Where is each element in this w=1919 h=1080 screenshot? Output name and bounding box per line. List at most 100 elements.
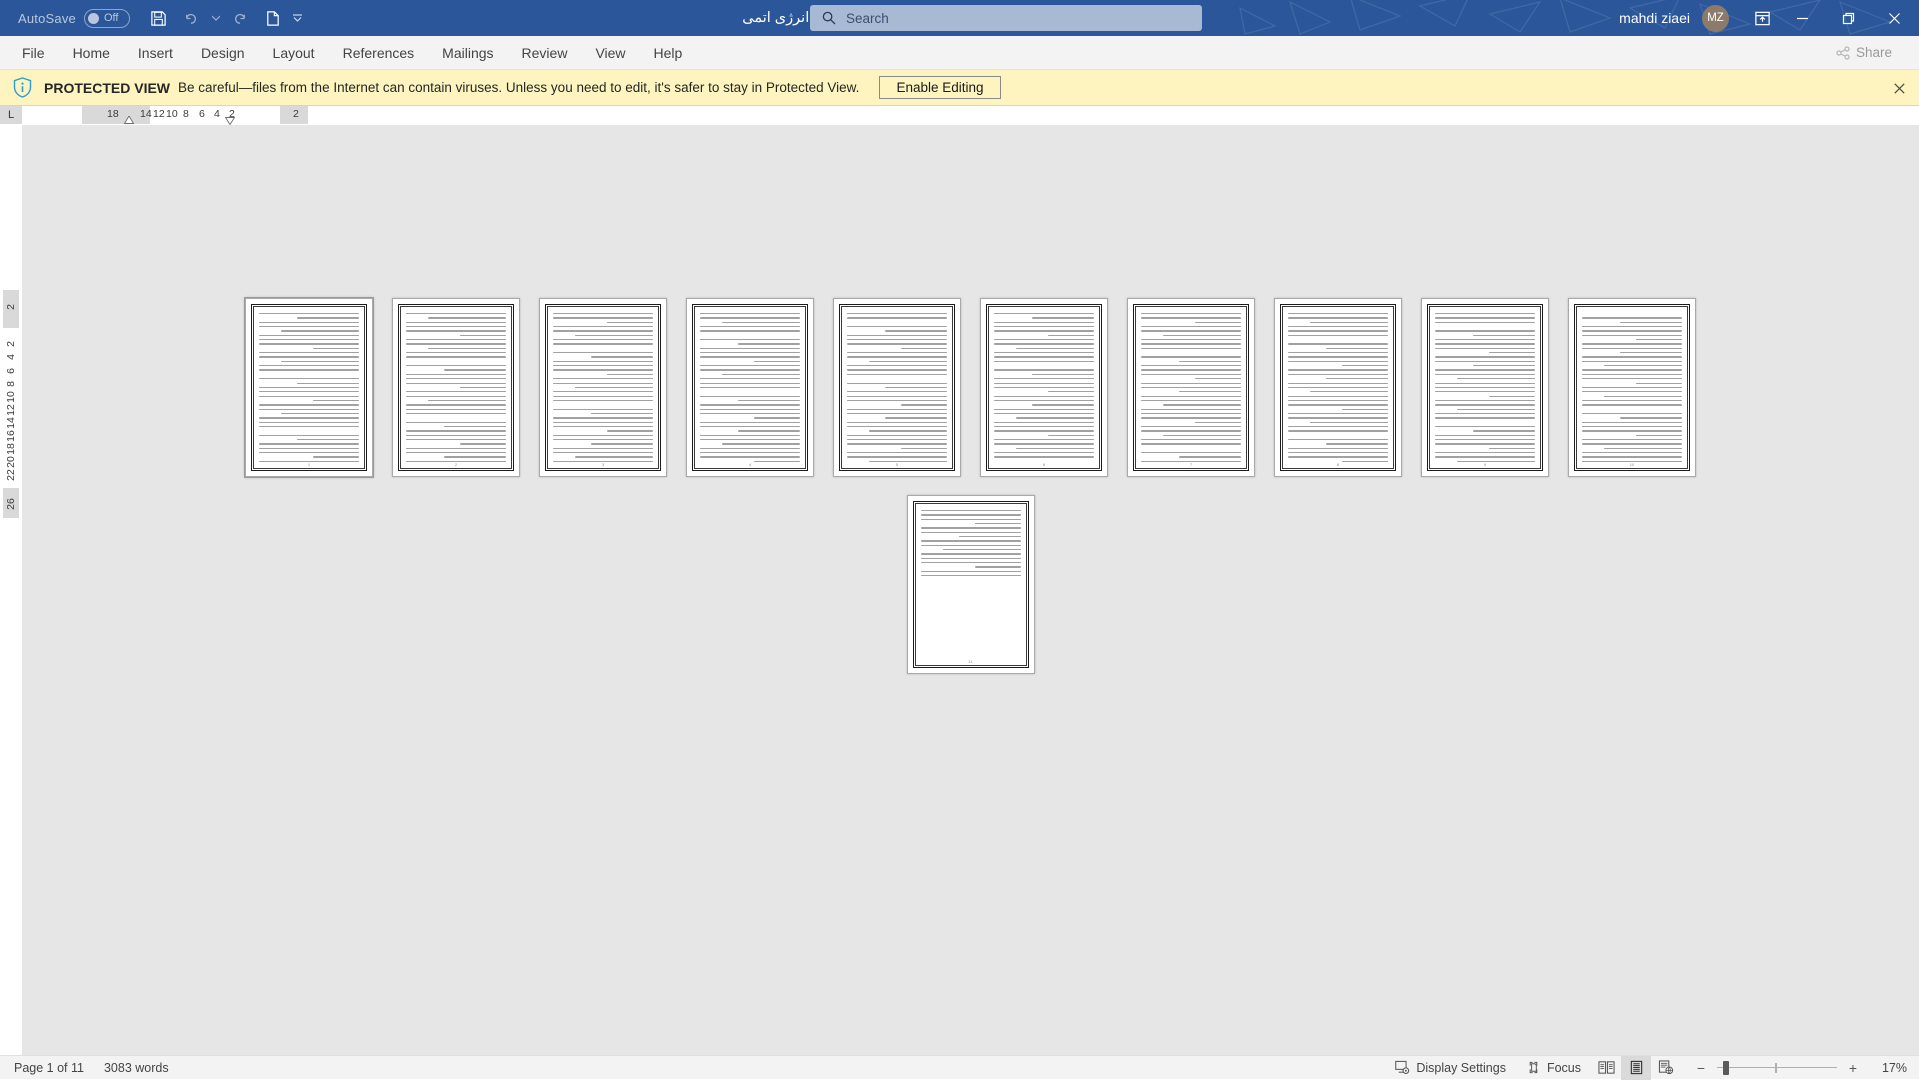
page-text-line (281, 361, 359, 362)
undo-icon[interactable] (176, 4, 206, 32)
page-thumbnail[interactable]: 11 (907, 495, 1035, 674)
page-thumbnail[interactable]: 10 (1568, 298, 1696, 477)
page-text-line (700, 330, 800, 331)
page-text-line (994, 383, 1094, 384)
page-text-line (460, 335, 506, 336)
restore-icon[interactable] (1825, 0, 1871, 36)
page-text-line (1435, 391, 1535, 392)
page-text-line (259, 369, 359, 370)
horizontal-ruler[interactable]: L 18 14 12 10 8 6 4 2 2 (0, 106, 1919, 125)
page-text-line (1141, 448, 1241, 449)
tab-design[interactable]: Design (187, 36, 259, 70)
redo-icon[interactable] (226, 4, 256, 32)
page-text-line (553, 452, 653, 453)
autosave-toggle[interactable]: Off (84, 9, 130, 28)
page-text-line (994, 387, 1094, 388)
page-thumbnail[interactable]: 1 (245, 298, 373, 477)
page-text-line (1582, 317, 1682, 318)
zoom-slider[interactable] (1717, 1060, 1837, 1076)
page-text-line (1179, 391, 1241, 392)
print-layout-icon[interactable] (1621, 1056, 1651, 1080)
page-number-label: 7 (1128, 462, 1254, 467)
vruler-tick-26: 26 (5, 493, 17, 515)
page-text-line (994, 396, 1094, 397)
horizontal-ruler-track[interactable]: 18 14 12 10 8 6 4 2 2 (22, 106, 1919, 124)
display-settings-button[interactable]: Display Settings (1385, 1056, 1516, 1080)
page-text-line (553, 330, 653, 331)
vruler-tick-22: 22 (5, 464, 17, 486)
page-text-line (994, 313, 1094, 314)
page-text-line (700, 348, 800, 349)
user-name-label[interactable]: mahdi ziaei (1619, 10, 1690, 26)
ribbon-display-options-icon[interactable] (1745, 3, 1779, 33)
page-text-line (1435, 404, 1535, 405)
tab-file[interactable]: File (8, 36, 59, 70)
zoom-control[interactable]: − + 17% (1693, 1060, 1907, 1076)
page-text-line (700, 439, 800, 440)
tab-view[interactable]: View (581, 36, 639, 70)
page-text-line (259, 404, 359, 405)
save-icon[interactable] (144, 4, 174, 32)
page-thumbnail[interactable]: 9 (1421, 298, 1549, 477)
page-text-line (259, 326, 359, 327)
document-canvas[interactable]: 123 4 56 7 8910 11 (22, 125, 1919, 1055)
page-text-line (1141, 452, 1241, 453)
tab-references[interactable]: References (329, 36, 429, 70)
tab-mailings[interactable]: Mailings (428, 36, 507, 70)
tab-home[interactable]: Home (59, 36, 124, 70)
word-count[interactable]: 3083 words (94, 1056, 179, 1080)
customize-quick-access-toolbar-caret-icon[interactable] (290, 4, 306, 32)
page-thumbnail[interactable]: 5 (833, 298, 961, 477)
close-icon[interactable] (1889, 78, 1909, 98)
page-text-line (313, 456, 359, 457)
search-input[interactable] (846, 11, 1166, 26)
page-text-line (700, 365, 800, 366)
page-thumbnail[interactable]: 6 (980, 298, 1108, 477)
zoom-in-button[interactable]: + (1845, 1060, 1861, 1076)
tab-insert[interactable]: Insert (124, 36, 187, 70)
page-number-label: 4 (687, 462, 813, 467)
page-thumbnail[interactable]: 8 (1274, 298, 1402, 477)
page-text-line (553, 313, 653, 314)
read-mode-icon[interactable] (1591, 1056, 1621, 1080)
page-thumbnail[interactable]: 4 (686, 298, 814, 477)
web-layout-icon[interactable] (1651, 1056, 1681, 1080)
page-text-line (259, 448, 359, 449)
page-text-line (994, 409, 1094, 410)
page-thumbnail[interactable]: 3 (539, 298, 667, 477)
tab-stop-selector[interactable]: L (0, 106, 22, 124)
page-text-line (847, 326, 947, 327)
autosave-control[interactable]: AutoSave Off (18, 9, 130, 28)
zoom-percentage[interactable]: 17% (1869, 1061, 1907, 1075)
close-icon[interactable] (1871, 0, 1917, 36)
page-text-line (1288, 369, 1388, 370)
focus-button[interactable]: Focus (1516, 1056, 1591, 1080)
page-text-line (1435, 361, 1535, 362)
tab-layout[interactable]: Layout (259, 36, 329, 70)
undo-dropdown-caret-icon[interactable] (208, 4, 224, 32)
zoom-out-button[interactable]: − (1693, 1060, 1709, 1076)
page-text-line (994, 430, 1094, 431)
tab-help[interactable]: Help (640, 36, 697, 70)
avatar[interactable]: MZ (1702, 5, 1729, 32)
enable-editing-button[interactable]: Enable Editing (879, 76, 1000, 99)
zoom-slider-handle[interactable] (1723, 1061, 1729, 1075)
page-text-line (1582, 452, 1682, 453)
page-indicator[interactable]: Page 1 of 11 (4, 1056, 94, 1080)
page-text-lines (259, 313, 359, 460)
tab-review[interactable]: Review (508, 36, 582, 70)
page-text-line (943, 549, 1021, 550)
page-text-line (259, 356, 359, 357)
new-document-icon[interactable] (258, 4, 288, 32)
ruler-tick-6: 6 (199, 108, 205, 120)
page-thumbnail[interactable]: 7 (1127, 298, 1255, 477)
search-box[interactable] (810, 5, 1202, 31)
page-text-line (1582, 426, 1682, 427)
page-text-line (406, 330, 506, 331)
page-text-line (1342, 365, 1388, 366)
page-text-line (885, 330, 947, 331)
page-text-line (259, 365, 359, 366)
page-thumbnail[interactable]: 2 (392, 298, 520, 477)
minimize-icon[interactable] (1779, 0, 1825, 36)
vertical-ruler[interactable]: 2 2 4 6 8 10 12 14 16 18 20 22 26 (0, 125, 22, 1055)
